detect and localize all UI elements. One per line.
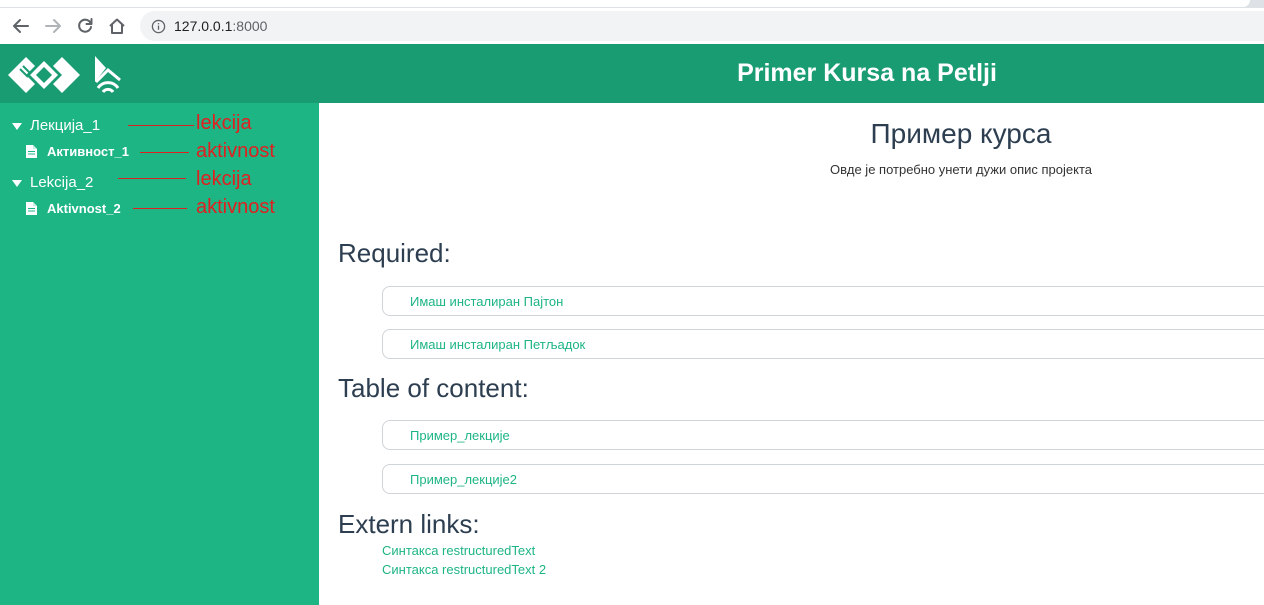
url-host: 127.0.0.1 [174, 18, 233, 34]
active-tab-edge [0, 0, 1250, 7]
required-item-label: Имаш инсталиран Петљадок [410, 336, 586, 352]
course-description: Овде је потребно унети дужи опис пројект… [830, 162, 1092, 177]
toc-heading: Table of content: [338, 373, 529, 403]
extern-link-rst[interactable]: Синтакса restructuredText [382, 543, 535, 558]
annotation-label: aktivnost [196, 140, 275, 162]
sidebar-item-label: Лекција_1 [30, 117, 101, 134]
annotation-line [133, 208, 187, 209]
browser-toolbar: 127.0.0.1:8000 [0, 8, 1264, 44]
reload-icon [78, 18, 93, 33]
home-button[interactable] [103, 12, 131, 40]
sidebar-lesson-2[interactable]: Lekcija_2 [12, 174, 93, 191]
annotation-label: lekcija [196, 112, 252, 134]
annotation-label: lekcija [196, 168, 252, 190]
sidebar-item-label: Активност_1 [47, 144, 129, 159]
course-title: Пример курса [870, 118, 1052, 149]
url-text: 127.0.0.1:8000 [174, 18, 267, 34]
back-button[interactable] [7, 12, 35, 40]
address-bar[interactable]: 127.0.0.1:8000 [140, 11, 1264, 41]
sidebar-item-label: Lekcija_2 [30, 174, 94, 191]
sidebar-lesson-1[interactable]: Лекција_1 [12, 117, 100, 134]
toc-item-label: Пример_лекције2 [410, 471, 518, 487]
petlja-signal-logo-icon[interactable] [92, 54, 124, 96]
annotation-line [140, 152, 189, 153]
document-icon [26, 202, 37, 215]
required-item-python[interactable]: Имаш инсталиран Пајтон [382, 286, 1264, 316]
caret-down-icon [12, 122, 22, 130]
document-icon [26, 145, 37, 158]
url-port: :8000 [232, 18, 268, 34]
toc-item-label: Пример_лекције [410, 427, 510, 443]
toc-item-lesson-2[interactable]: Пример_лекције2 [382, 464, 1264, 494]
extern-links-heading: Extern links: [338, 509, 480, 539]
app-title: Primer Kursa na Petlji [737, 59, 997, 87]
extern-link-rst-2[interactable]: Синтакса restructuredText 2 [382, 562, 546, 577]
required-item-petljadoc[interactable]: Имаш инсталиран Петљадок [382, 329, 1264, 359]
annotation-line [118, 178, 186, 179]
toc-item-lesson-1[interactable]: Пример_лекције [382, 420, 1264, 450]
reload-button[interactable] [71, 12, 99, 40]
annotation-label: aktivnost [196, 196, 275, 218]
sidebar-item-label: Aktivnost_2 [47, 201, 121, 216]
required-heading: Required: [338, 238, 451, 268]
forward-button[interactable] [39, 12, 67, 40]
browser-tabstrip [0, 0, 1264, 8]
petlja-logo-icon[interactable] [8, 55, 80, 95]
arrow-right-icon [45, 19, 61, 33]
required-item-label: Имаш инсталиран Пајтон [410, 293, 564, 309]
arrow-left-icon [13, 19, 29, 33]
caret-down-icon [12, 179, 22, 187]
sidebar-activity-1[interactable]: Активност_1 [26, 144, 129, 159]
info-icon[interactable] [150, 18, 166, 34]
sidebar-activity-2[interactable]: Aktivnost_2 [26, 201, 121, 216]
home-icon [109, 18, 125, 34]
annotation-line [128, 125, 194, 126]
